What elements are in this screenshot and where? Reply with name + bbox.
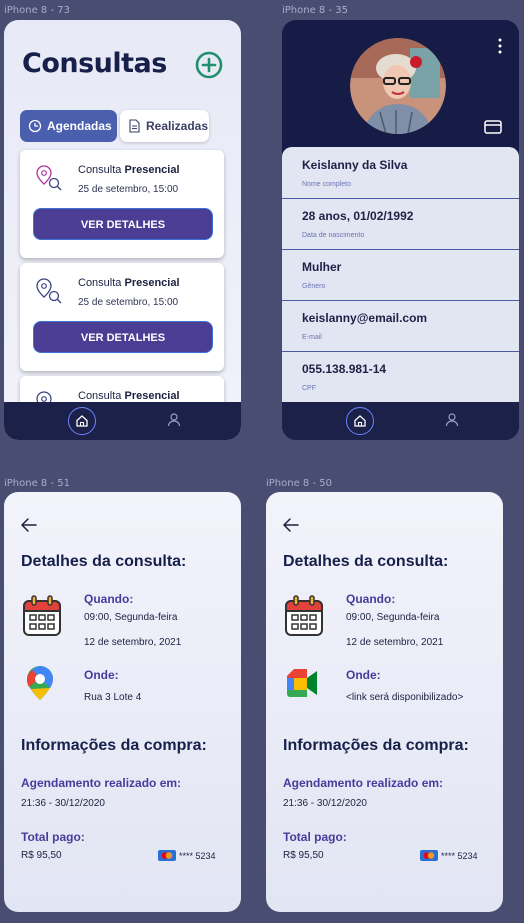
profile-fields: Keislanny da Silva Nome completo 28 anos… (282, 147, 519, 407)
total-value: R$ 95,50 (21, 850, 62, 861)
when-date: 12 de setembro, 2021 (84, 637, 182, 648)
page-title: Consultas (22, 48, 167, 79)
payment-card: **** 5234 (158, 850, 216, 861)
google-maps-icon (26, 666, 53, 700)
document-icon (129, 119, 140, 133)
location-search-icon (36, 165, 62, 191)
profile-field-birthdate: 28 anos, 01/02/1992 Data de nascimento (282, 198, 519, 250)
when-time: 09:00, Segunda-feira (346, 612, 440, 623)
when-label: Quando: (84, 592, 134, 606)
home-icon (354, 415, 366, 427)
consulta-card: Consulta Presencial 25 de setembro, 15:0… (20, 150, 224, 258)
card-title: Consulta Presencial (78, 390, 180, 402)
total-label: Total pago: (283, 830, 347, 844)
scheduled-value: 21:36 - 30/12/2020 (283, 798, 367, 809)
card-date: 25 de setembro, 15:00 (78, 184, 179, 195)
add-circle-icon[interactable] (194, 50, 224, 80)
google-meet-icon (287, 669, 317, 697)
consulta-card: Consulta Presencial 25 de setembro, 15:0… (20, 263, 224, 371)
section-title: Detalhes da consulta: (283, 553, 449, 570)
more-vertical-icon[interactable] (495, 36, 505, 56)
scheduled-label: Agendamento realizado em: (21, 776, 182, 790)
profile-field-name: Keislanny da Silva Nome completo (282, 147, 519, 199)
arrow-left-icon[interactable] (20, 516, 38, 534)
profile-field-cpf: 055.138.981-14 CPF (302, 362, 387, 392)
profile-field-email: keislanny@email.com E-mail (282, 300, 519, 352)
card-title: Consulta Presencial (78, 164, 180, 176)
calendar-icon (285, 595, 323, 636)
mastercard-icon (158, 850, 176, 861)
where-label: Onde: (84, 668, 119, 682)
ver-detalhes-button[interactable]: VER DETALHES (33, 208, 213, 240)
frame-label: iPhone 8 - 50 (266, 478, 332, 489)
section-title: Informações da compra: (21, 737, 207, 754)
frame-label: iPhone 8 - 51 (4, 478, 70, 489)
credit-card-icon[interactable] (484, 120, 502, 134)
section-title: Detalhes da consulta: (21, 553, 187, 570)
calendar-icon (23, 595, 61, 636)
nav-home[interactable] (346, 407, 374, 435)
detalhes-online-screen: Detalhes da consulta: Quando: 09:00, Seg… (266, 492, 503, 912)
clock-icon (28, 119, 42, 133)
total-value: R$ 95,50 (283, 850, 324, 861)
consultas-screen: Consultas Agendadas Realizadas Consulta … (4, 20, 241, 440)
bottom-nav (282, 402, 519, 440)
location-search-icon (36, 278, 62, 304)
where-value: <link será disponibilizado> (346, 692, 464, 703)
home-icon (76, 415, 88, 427)
tab-agendadas[interactable]: Agendadas (20, 110, 117, 142)
bottom-nav (4, 402, 241, 440)
when-label: Quando: (346, 592, 396, 606)
when-date: 12 de setembro, 2021 (346, 637, 444, 648)
scheduled-value: 21:36 - 30/12/2020 (21, 798, 105, 809)
mastercard-icon (420, 850, 438, 861)
payment-card: **** 5234 (420, 850, 478, 861)
card-title: Consulta Presencial (78, 277, 180, 289)
where-label: Onde: (346, 668, 381, 682)
tab-label: Agendadas (47, 119, 112, 133)
user-icon[interactable] (164, 410, 184, 430)
total-label: Total pago: (21, 830, 85, 844)
tab-label: Realizadas (146, 119, 209, 133)
profile-field-gender: Mulher Gênero (282, 249, 519, 301)
avatar (350, 38, 446, 134)
where-value: Rua 3 Lote 4 (84, 692, 142, 703)
section-title: Informações da compra: (283, 737, 469, 754)
user-icon[interactable] (442, 410, 462, 430)
nav-home[interactable] (68, 407, 96, 435)
card-date: 25 de setembro, 15:00 (78, 297, 179, 308)
scheduled-label: Agendamento realizado em: (283, 776, 444, 790)
tab-realizadas[interactable]: Realizadas (120, 110, 209, 142)
detalhes-presencial-screen: Detalhes da consulta: Quando: 09:00, Seg… (4, 492, 241, 912)
when-time: 09:00, Segunda-feira (84, 612, 178, 623)
profile-screen: Keislanny da Silva Nome completo 28 anos… (282, 20, 519, 440)
arrow-left-icon[interactable] (282, 516, 300, 534)
ver-detalhes-button[interactable]: VER DETALHES (33, 321, 213, 353)
frame-label: iPhone 8 - 73 (4, 5, 70, 16)
frame-label: iPhone 8 - 35 (282, 5, 348, 16)
